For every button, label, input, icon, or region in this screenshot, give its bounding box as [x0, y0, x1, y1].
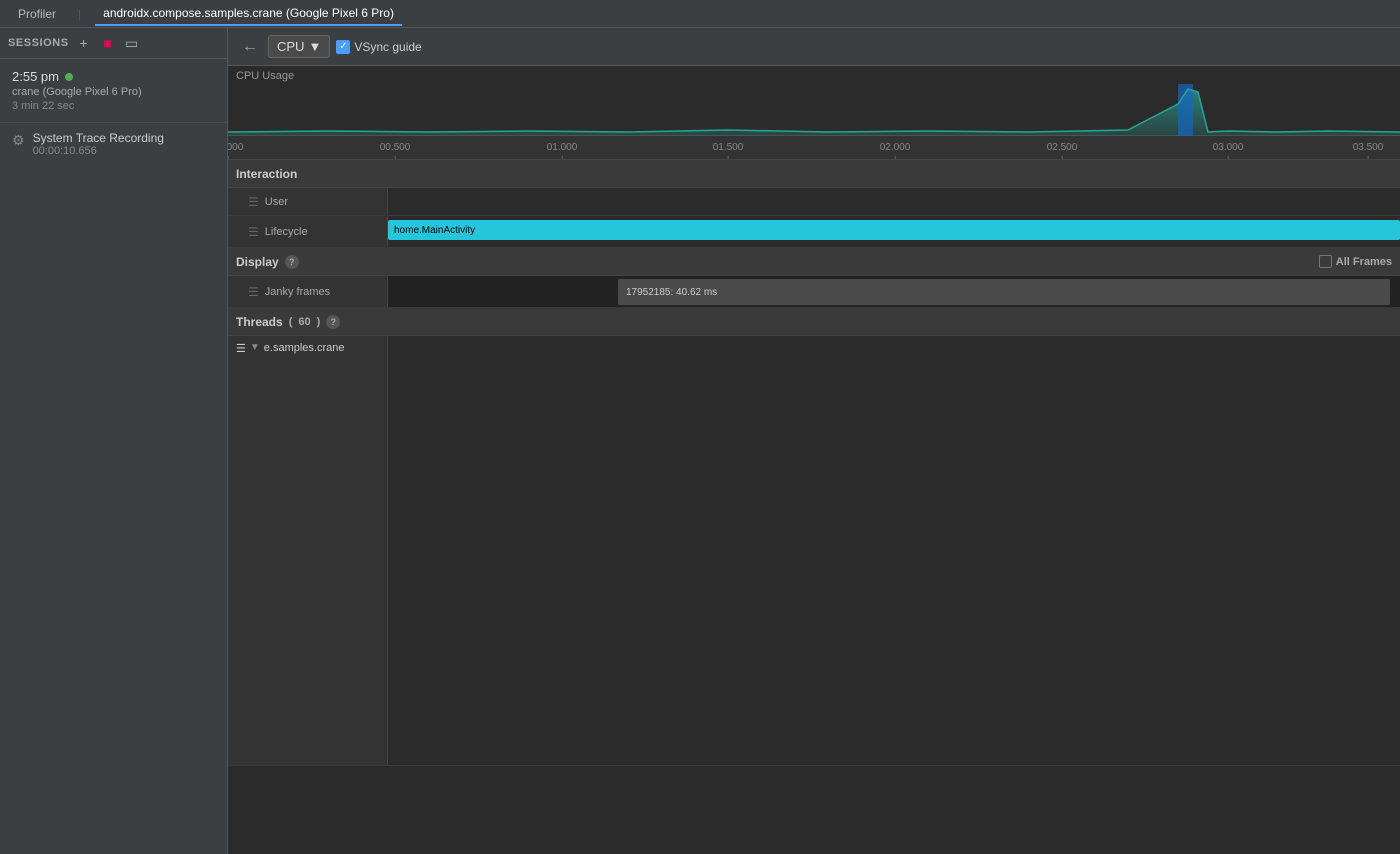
cpu-selector[interactable]: CPU ▼ [268, 35, 330, 58]
threads-label: Threads [236, 315, 283, 329]
all-frames-toggle[interactable]: All Frames [1319, 255, 1392, 268]
tick-4: 02.000 [880, 142, 911, 153]
tick-5: 02.500 [1047, 142, 1078, 153]
threads-count-num: 60 [298, 316, 310, 328]
janky-frames-label: ☰ Janky frames [228, 276, 388, 307]
session-time: 2:55 pm [12, 69, 215, 84]
sidebar: SESSIONS + ■ ▭ 2:55 pm crane (Google Pix… [0, 28, 228, 854]
app-tab[interactable]: androidx.compose.samples.crane (Google P… [95, 2, 402, 26]
janky-bar[interactable]: 17952185: 40.62 ms [618, 279, 1390, 305]
tick-1: 00.500 [380, 142, 411, 153]
menu-icon-user: ☰ [248, 195, 259, 209]
janky-frames-row: ☰ Janky frames 17952185: 40.62 ms [228, 276, 1400, 308]
cpu-chart-svg [228, 84, 1400, 136]
all-frames-label: All Frames [1336, 256, 1392, 268]
vsync-toggle[interactable]: ✓ VSync guide [336, 40, 421, 54]
lifecycle-label-text: Lifecycle [265, 226, 308, 238]
session-duration: 3 min 22 sec [12, 100, 215, 112]
recording-item[interactable]: ⚙ System Trace Recording 00:00:10.656 [0, 123, 227, 165]
title-bar: Profiler | androidx.compose.samples.cran… [0, 0, 1400, 28]
recording-time: 00:00:10.656 [33, 145, 164, 157]
live-indicator [65, 73, 73, 81]
tick-3: 01.500 [713, 142, 744, 153]
tick-2: 01.000 [547, 142, 578, 153]
lifecycle-label: ☰ Lifecycle [228, 216, 388, 247]
cpu-chart: CPU Usage [228, 66, 1400, 136]
janky-frames-content[interactable]: 17952185: 40.62 ms [388, 276, 1400, 307]
menu-icon-thread: ☰ [236, 342, 246, 355]
cpu-label: CPU [277, 39, 304, 54]
cpu-usage-label: CPU Usage [236, 70, 294, 82]
toolbar: ← CPU ▼ ✓ VSync guide [228, 28, 1400, 66]
vsync-checkbox[interactable]: ✓ [336, 40, 350, 54]
display-help-icon[interactable]: ? [285, 255, 299, 269]
menu-icon-lifecycle: ☰ [248, 225, 259, 239]
thread-row: ☰ ▼ e.samples.crane Choreographer#doFram… [228, 336, 1400, 766]
threads-count: ( [289, 316, 293, 328]
display-header: Display ? All Frames [228, 248, 1400, 276]
cpu-dropdown-arrow: ▼ [308, 39, 321, 54]
tick-0: 00.000 [228, 142, 243, 153]
main-layout: SESSIONS + ■ ▭ 2:55 pm crane (Google Pix… [0, 28, 1400, 854]
vsync-label-text: VSync guide [354, 40, 421, 54]
janky-frames-text: Janky frames [265, 286, 330, 298]
threads-help-icon[interactable]: ? [326, 315, 340, 329]
gear-icon: ⚙ [12, 132, 25, 149]
display-label: Display [236, 255, 279, 269]
record-button[interactable]: ■ [99, 34, 117, 52]
profiler-tab[interactable]: Profiler [10, 3, 64, 25]
stop-button[interactable]: ▭ [123, 34, 141, 52]
all-frames-checkbox[interactable] [1319, 255, 1332, 268]
user-label: ☰ User [228, 188, 388, 215]
session-app: crane (Google Pixel 6 Pro) [12, 86, 215, 98]
session-info: 2:55 pm crane (Google Pixel 6 Pro) 3 min… [0, 59, 227, 123]
recording-label: System Trace Recording [33, 131, 164, 145]
thread-name: e.samples.crane [264, 342, 345, 354]
main-activity-label: home.MainActivity [394, 225, 475, 236]
timeline-ruler: 00.000 00.500 01.000 01.500 02.000 02.50… [228, 136, 1400, 160]
interaction-header: Interaction [228, 160, 1400, 188]
lifecycle-row: ☰ Lifecycle home.MainActivity [228, 216, 1400, 248]
threads-header: Threads ( 60 ) ? [228, 308, 1400, 336]
tick-6: 03.000 [1213, 142, 1244, 153]
janky-bar-label: 17952185: 40.62 ms [626, 287, 717, 298]
user-content[interactable] [388, 188, 1400, 216]
tick-7: 03.500 [1353, 142, 1384, 153]
back-button[interactable]: ← [238, 36, 262, 58]
main-activity-bar[interactable]: home.MainActivity [388, 220, 1400, 240]
sections-container[interactable]: Interaction ☰ User ☰ Lifecycle home.Mai [228, 160, 1400, 854]
user-label-text: User [265, 196, 288, 208]
user-row: ☰ User [228, 188, 1400, 216]
sessions-header: SESSIONS + ■ ▭ [0, 28, 227, 59]
add-session-button[interactable]: + [75, 34, 93, 52]
sessions-label: SESSIONS [8, 37, 69, 49]
content-area: ← CPU ▼ ✓ VSync guide CPU Usage [228, 28, 1400, 854]
menu-icon-janky: ☰ [248, 285, 259, 299]
thread-label: ☰ ▼ e.samples.crane [228, 336, 388, 765]
lifecycle-content[interactable]: home.MainActivity [388, 216, 1400, 247]
interaction-label: Interaction [236, 167, 297, 181]
expand-arrow[interactable]: ▼ [250, 342, 260, 353]
